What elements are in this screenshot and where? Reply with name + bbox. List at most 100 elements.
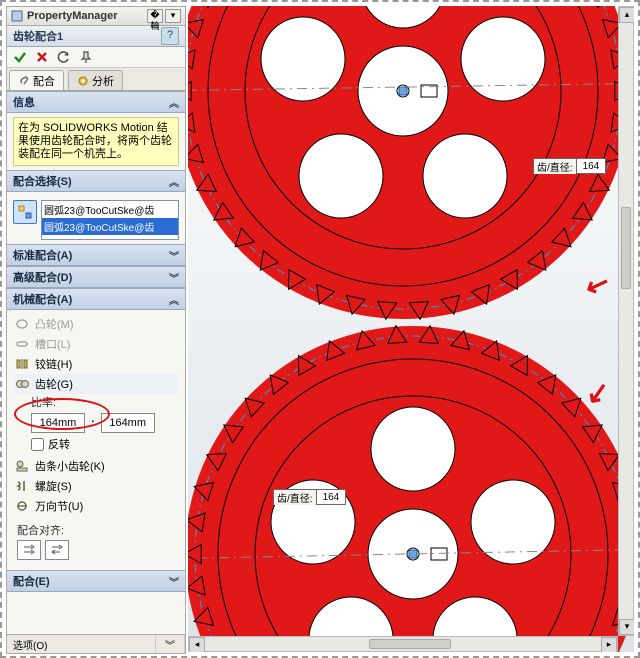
ratio-input-1[interactable] — [31, 413, 85, 433]
ok-button[interactable] — [13, 50, 27, 64]
chevron-up-icon: ︽ — [169, 174, 179, 189]
section-title: 配合选择(S) — [13, 173, 72, 189]
entities-icon — [17, 204, 33, 220]
align-anti-icon — [50, 544, 64, 556]
chevron-up-icon: ︽ — [169, 95, 179, 110]
item-label: 齿条小齿轮(K) — [35, 458, 105, 474]
section-standard-head[interactable]: 标准配合(A) ︾ — [7, 244, 185, 266]
section-title: 机械配合(A) — [13, 291, 72, 307]
ratio-input-2[interactable] — [101, 413, 155, 433]
tab-bar: 配合 分析 — [7, 68, 185, 91]
pushpin-icon[interactable] — [79, 50, 93, 64]
chevron-down-icon[interactable]: ︾ — [156, 635, 185, 653]
panel-titlebar: PropertyManager �輪 ▾ — [7, 7, 185, 26]
item-label: 凸轮(M) — [35, 316, 74, 332]
mate-rack[interactable]: 齿条小齿轮(K) — [13, 456, 179, 476]
reverse-checkbox[interactable] — [31, 438, 44, 451]
tab-analysis[interactable]: 分析 — [68, 70, 123, 90]
mate-cam[interactable]: 凸轮(M) — [13, 314, 179, 334]
section-info-body: 在为 SOLIDWORKS Motion 结果使用齿轮配合时，将两个齿轮装配在同… — [7, 113, 185, 170]
align-label: 配合对齐: — [17, 522, 179, 538]
dim-label: 齿/直径: — [534, 159, 577, 174]
selection-list[interactable]: 圆弧23@TooCutSke@齿 圆弧23@TooCutSke@齿 — [41, 200, 179, 240]
tab-label: 分析 — [92, 73, 114, 89]
item-label: 铰链(H) — [35, 356, 72, 372]
scroll-thumb[interactable] — [369, 639, 451, 649]
panel-icon — [11, 10, 23, 22]
property-manager-panel: PropertyManager �輪 ▾ 齿轮配合1 ? 配合 分析 — [6, 6, 186, 654]
mate-screw[interactable]: 螺旋(S) — [13, 476, 179, 496]
tab-mates[interactable]: 配合 — [9, 70, 64, 90]
chevron-up-icon: ︽ — [169, 292, 179, 307]
menu-button[interactable]: ▾ — [165, 9, 181, 23]
undo-button[interactable] — [57, 50, 71, 64]
section-title: 信息 — [13, 94, 35, 110]
horizontal-scrollbar[interactable]: ◂ ▸ — [188, 636, 618, 652]
list-item[interactable]: 圆弧23@TooCutSke@齿 — [42, 201, 178, 218]
info-note: 在为 SOLIDWORKS Motion 结果使用齿轮配合时，将两个齿轮装配在同… — [13, 117, 179, 166]
chevron-down-icon: ︾ — [169, 574, 179, 589]
scroll-up-button[interactable]: ▴ — [619, 7, 634, 23]
chevron-down-icon: ︾ — [169, 248, 179, 263]
item-label: 槽口(L) — [35, 336, 70, 352]
mate-hinge[interactable]: 铰链(H) — [13, 354, 179, 374]
scroll-thumb[interactable] — [621, 207, 631, 289]
dimension-tag-upper[interactable]: 齿/直径: 164 — [533, 158, 606, 174]
ratio-colon: : — [91, 417, 95, 429]
item-label: 螺旋(S) — [35, 478, 72, 494]
graphics-viewport[interactable]: 齿/直径: 164 齿/直径: 164 ↙ ↙ ▴ ▾ ◂ ▸ — [188, 6, 634, 652]
ratio-row: : — [31, 413, 179, 433]
section-selection-head[interactable]: 配合选择(S) ︽ — [7, 170, 185, 192]
gear-icon — [77, 75, 89, 87]
chevron-down-icon: ︾ — [169, 270, 179, 285]
section-title: 选项(O) — [13, 637, 47, 652]
align-same-icon — [22, 544, 36, 556]
mate-universal[interactable]: 万向节(U) — [13, 496, 179, 516]
vertical-scrollbar[interactable]: ▴ ▾ — [618, 6, 634, 636]
pin-button[interactable]: �輪 — [147, 9, 163, 23]
cancel-button[interactable] — [35, 50, 49, 64]
item-label: 万向节(U) — [35, 498, 83, 514]
feature-name-bar: 齿轮配合1 ? — [7, 26, 185, 47]
mate-slot[interactable]: 槽口(L) — [13, 334, 179, 354]
section-advanced-head[interactable]: 高级配合(D) ︾ — [7, 266, 185, 288]
gear-scene — [188, 6, 634, 652]
command-bar — [7, 47, 185, 68]
window-controls: �輪 ▾ — [147, 9, 181, 23]
section-selection-body: 圆弧23@TooCutSke@齿 圆弧23@TooCutSke@齿 — [7, 192, 185, 244]
section-title: 高级配合(D) — [13, 269, 72, 285]
section-title: 标准配合(A) — [13, 247, 72, 263]
section-info-head[interactable]: 信息 ︽ — [7, 91, 185, 113]
align-anti-button[interactable] — [45, 540, 69, 560]
rack-icon — [15, 459, 29, 473]
section-title: 配合(E) — [13, 573, 50, 589]
scroll-down-button[interactable]: ▾ — [619, 619, 634, 635]
selection-filter-button[interactable] — [13, 200, 37, 224]
universal-joint-icon — [15, 499, 29, 513]
mate-gear[interactable]: 齿轮(G) — [13, 374, 179, 394]
dim-value: 164 — [317, 492, 346, 503]
cam-icon — [15, 317, 29, 331]
help-button[interactable]: ? — [161, 27, 179, 45]
hinge-icon — [15, 357, 29, 371]
reverse-row: 反转 — [31, 436, 179, 452]
scroll-right-button[interactable]: ▸ — [601, 637, 617, 652]
screw-icon — [15, 479, 29, 493]
gear-pair-icon — [15, 377, 29, 391]
scroll-left-button[interactable]: ◂ — [189, 637, 205, 652]
feature-name: 齿轮配合1 — [13, 28, 161, 44]
reverse-label: 反转 — [48, 436, 70, 452]
panel-bottom-bar: 选项(O) ︾ — [7, 634, 185, 653]
paperclip-icon — [18, 75, 30, 87]
align-same-button[interactable] — [17, 540, 41, 560]
tab-label: 配合 — [33, 73, 55, 89]
section-mechanical-head[interactable]: 机械配合(A) ︽ — [7, 288, 185, 310]
list-item[interactable]: 圆弧23@TooCutSke@齿 — [42, 218, 178, 235]
section-mates-head[interactable]: 配合(E) ︾ — [7, 570, 185, 592]
section-options-head[interactable]: 选项(O) — [7, 635, 156, 653]
slot-icon — [15, 337, 29, 351]
ratio-label: 比率: — [31, 394, 179, 410]
dim-value: 164 — [577, 161, 606, 172]
section-mechanical-body: 凸轮(M) 槽口(L) 铰链(H) 齿轮(G) 比率: : — [7, 310, 185, 564]
dimension-tag-lower[interactable]: 齿/直径: 164 — [273, 489, 346, 505]
